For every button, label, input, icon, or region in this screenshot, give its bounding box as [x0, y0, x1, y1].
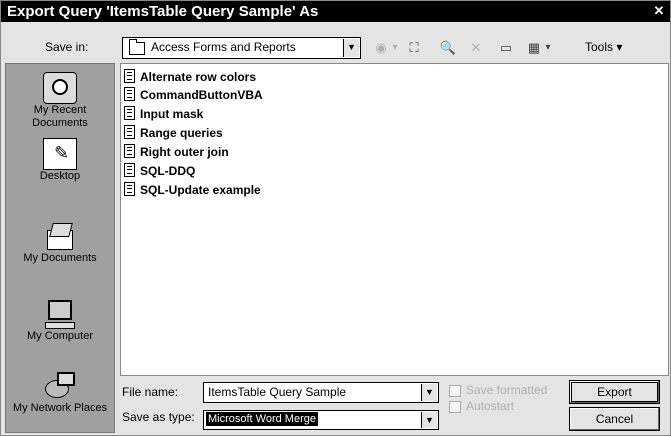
recent-documents-icon — [43, 72, 77, 104]
place-desktop[interactable]: Desktop — [6, 138, 114, 183]
file-name: Alternate row colors — [140, 70, 257, 84]
up-folder-icon[interactable]: ⛶ — [405, 39, 423, 57]
views-icon[interactable]: ▦ — [525, 39, 543, 57]
place-my-recent-documents[interactable]: My Recent Documents — [6, 72, 114, 130]
export-button[interactable]: Export — [569, 380, 660, 404]
file-name: CommandButtonVBA — [140, 88, 263, 102]
tools-menu[interactable]: Tools ▾ — [585, 40, 622, 54]
file-name-label: File name: — [122, 385, 179, 399]
place-label: My Computer — [26, 330, 94, 342]
place-label: My Recent Documents — [32, 104, 88, 129]
save-formatted-label: Save formatted — [466, 383, 548, 397]
file-name: Range queries — [140, 126, 223, 140]
save-in-dropdown[interactable]: Access Forms and Reports ▼ — [122, 37, 361, 59]
network-places-icon — [43, 370, 77, 402]
cancel-button[interactable]: Cancel — [569, 407, 660, 431]
file-name: SQL-Update example — [140, 183, 261, 197]
document-icon — [124, 182, 135, 196]
save-in-label: Save in: — [45, 40, 89, 54]
list-item[interactable]: CommandButtonVBA — [124, 86, 263, 104]
save-formatted-checkbox[interactable] — [449, 385, 461, 397]
new-folder-icon[interactable]: ▭ — [497, 39, 515, 57]
file-name-field[interactable]: ItemsTable Query Sample ▼ — [203, 382, 439, 403]
file-name-value: ItemsTable Query Sample — [208, 385, 347, 399]
list-item[interactable]: Alternate row colors — [124, 68, 256, 86]
file-name: SQL-DDQ — [140, 164, 196, 178]
my-computer-icon — [43, 298, 77, 330]
autostart-checkbox[interactable] — [449, 401, 461, 413]
close-icon[interactable]: ✕ — [652, 4, 666, 18]
desktop-icon — [43, 138, 77, 170]
document-icon — [124, 106, 135, 120]
list-item[interactable]: Right outer join — [124, 143, 229, 161]
my-documents-icon — [43, 220, 77, 252]
search-web-icon[interactable]: 🔍 — [439, 39, 457, 57]
save-as-type-value: Microsoft Word Merge — [206, 412, 318, 426]
list-item[interactable]: SQL-Update example — [124, 181, 261, 199]
places-bar: My Recent Documents Desktop My Documents… — [5, 63, 115, 433]
chevron-down-icon[interactable]: ▼ — [343, 39, 359, 57]
export-dialog: Export Query 'ItemsTable Query Sample' A… — [0, 0, 671, 436]
list-item[interactable]: SQL-DDQ — [124, 162, 195, 180]
save-in-value: Access Forms and Reports — [151, 40, 296, 54]
delete-icon[interactable]: ✕ — [467, 39, 485, 57]
back-icon[interactable]: ◉ — [374, 39, 388, 57]
place-label: My Documents — [23, 252, 97, 264]
save-as-type-label: Save as type: — [122, 410, 195, 424]
place-my-network-places[interactable]: My Network Places — [6, 370, 114, 415]
chevron-down-icon[interactable]: ▼ — [421, 412, 437, 428]
file-name: Right outer join — [140, 145, 229, 159]
document-icon — [124, 144, 135, 158]
chevron-down-icon[interactable]: ▼ — [421, 384, 437, 401]
autostart-label: Autostart — [466, 399, 515, 413]
save-as-type-dropdown[interactable]: Microsoft Word Merge ▼ — [203, 410, 439, 430]
views-dropdown-icon[interactable]: ▾ — [543, 39, 553, 57]
list-item[interactable]: Input mask — [124, 105, 203, 123]
back-dropdown-icon[interactable]: ▾ — [390, 39, 400, 57]
file-name: Input mask — [140, 107, 204, 121]
file-list[interactable]: Alternate row colors CommandButtonVBA In… — [120, 63, 669, 376]
dialog-title: Export Query 'ItemsTable Query Sample' A… — [7, 3, 319, 20]
list-item[interactable]: Range queries — [124, 124, 223, 142]
place-my-computer[interactable]: My Computer — [6, 298, 114, 343]
place-label: My Network Places — [12, 402, 108, 414]
document-icon — [124, 69, 135, 83]
document-icon — [124, 125, 135, 139]
folder-icon — [129, 39, 145, 55]
place-label: Desktop — [39, 170, 81, 182]
place-my-documents[interactable]: My Documents — [6, 220, 114, 265]
document-icon — [124, 163, 135, 177]
title-bar: Export Query 'ItemsTable Query Sample' A… — [1, 1, 670, 22]
document-icon — [124, 87, 135, 101]
